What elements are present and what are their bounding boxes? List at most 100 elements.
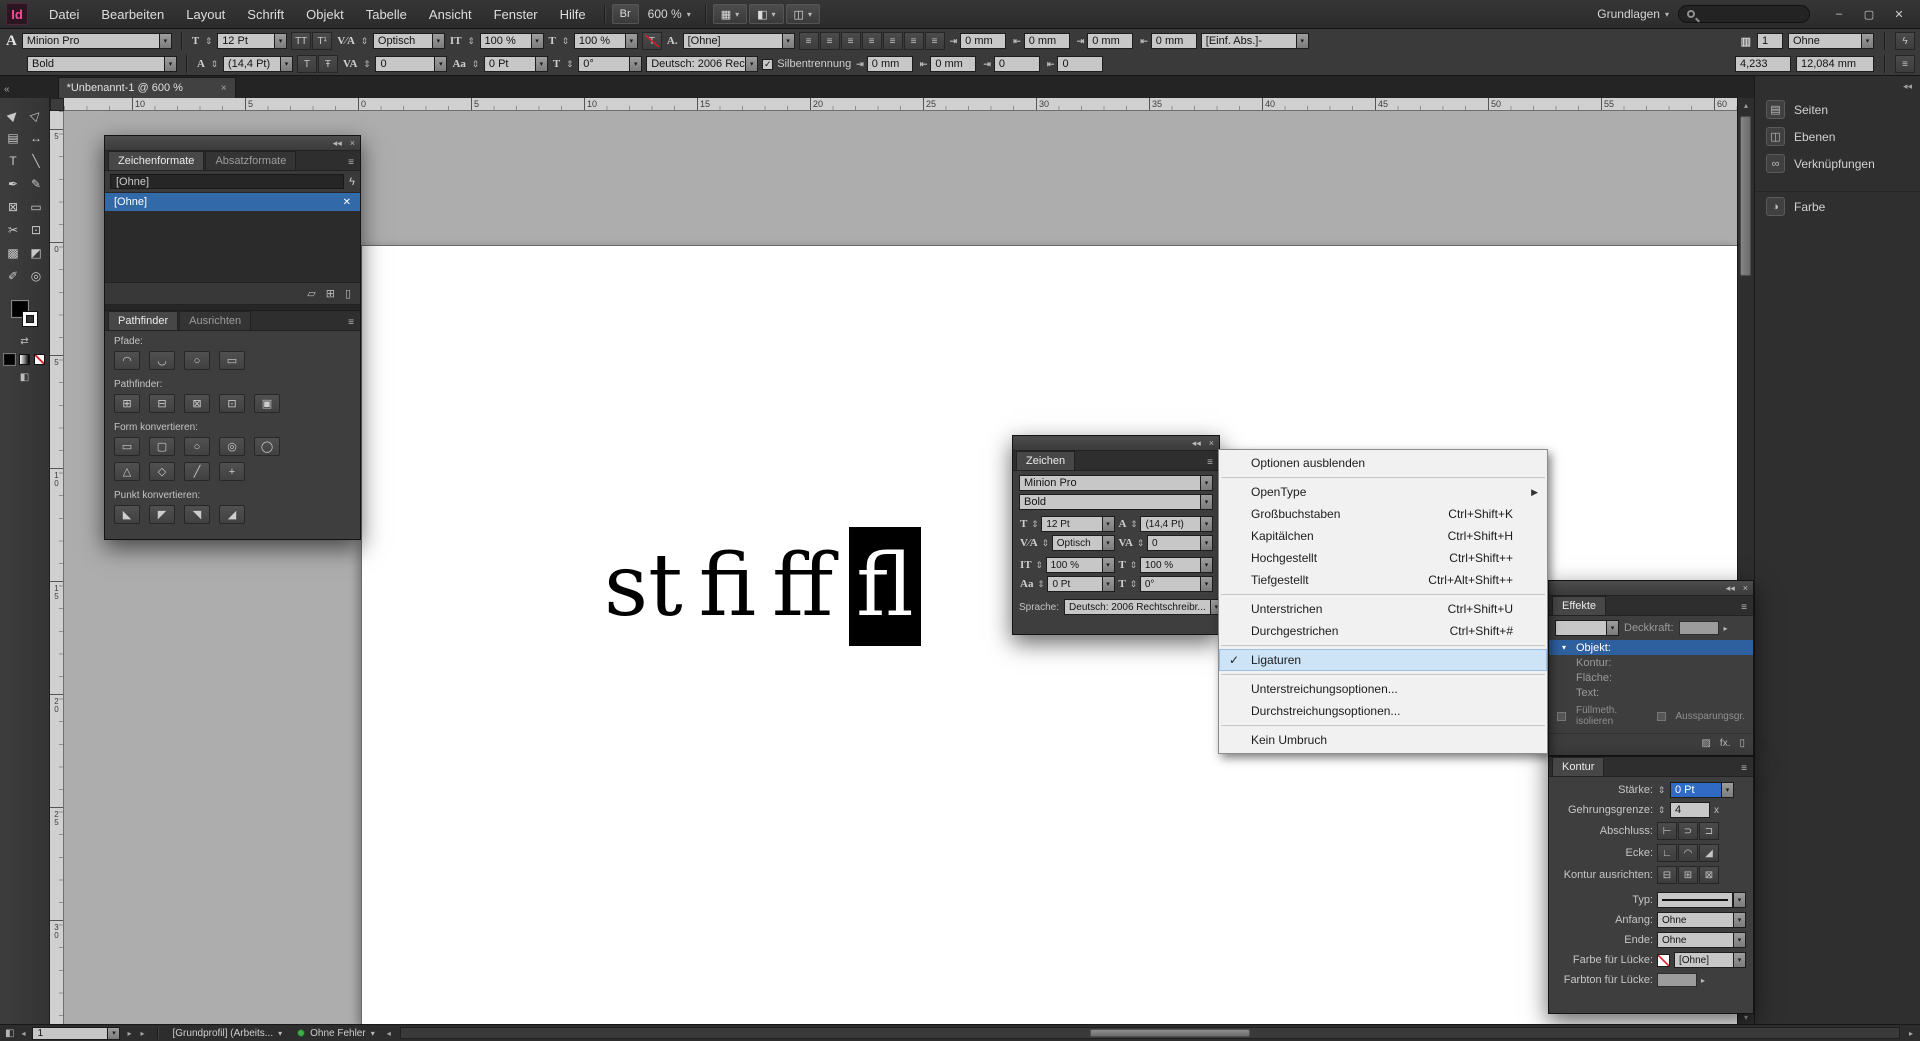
minimize-button[interactable]: – bbox=[1824, 4, 1854, 24]
character-style-combo[interactable]: [Ohne]▾ bbox=[683, 33, 795, 49]
panel-menu-icon[interactable]: ≡ bbox=[1735, 602, 1753, 615]
chevron-down-icon[interactable]: ▾ bbox=[531, 33, 544, 49]
stepper-icon[interactable]: ⇕ bbox=[1657, 785, 1666, 796]
maximize-button[interactable]: ▢ bbox=[1854, 4, 1884, 24]
cp-leading-control[interactable]: A⇕(14,4 Pt)▾ bbox=[1118, 516, 1214, 532]
chevron-down-icon[interactable]: ▾ bbox=[1733, 912, 1746, 928]
arrange-documents-button[interactable]: ◫▾ bbox=[786, 4, 820, 24]
cp-vertical-scale-control[interactable]: IT⇕100 %▾ bbox=[1019, 557, 1115, 573]
indent-field[interactable]: 0 bbox=[994, 56, 1040, 72]
hyphenation-checkbox[interactable]: ✓ bbox=[762, 59, 773, 70]
skew-combo[interactable]: 0°▾ bbox=[578, 56, 642, 72]
page-number-combo[interactable]: 1▾ bbox=[32, 1027, 120, 1040]
tracking-combo[interactable]: 0▾ bbox=[375, 56, 447, 72]
kerning-combo[interactable]: Optisch▾ bbox=[373, 33, 445, 49]
blend-mode-combo[interactable]: ▾ bbox=[1555, 620, 1619, 636]
stepper-icon[interactable]: ⇕ bbox=[1657, 805, 1666, 816]
menu-hilfe[interactable]: Hilfe bbox=[549, 0, 597, 29]
stepper-icon[interactable]: ⇕ bbox=[1129, 519, 1138, 530]
cp-skew-control[interactable]: T⇕0°▾ bbox=[1118, 576, 1214, 592]
scroll-right-button[interactable]: ▸ bbox=[1907, 1029, 1915, 1038]
chevron-down-icon[interactable]: ▾ bbox=[1102, 557, 1115, 573]
chevron-down-icon[interactable]: ▾ bbox=[1721, 782, 1734, 798]
tool-shape-tool[interactable]: ▭ bbox=[25, 195, 48, 218]
tool-line-tool[interactable]: ╲ bbox=[25, 149, 48, 172]
stepper-icon[interactable]: ⇕ bbox=[362, 59, 371, 70]
indent-field[interactable]: 0 mm bbox=[930, 56, 976, 72]
zoom-level-combo[interactable]: 600 %▾ bbox=[641, 4, 698, 24]
scrollbar-thumb[interactable] bbox=[1090, 1029, 1250, 1037]
paths-button-0[interactable]: ◠ bbox=[114, 351, 140, 370]
x-position-value[interactable]: 4,233 bbox=[1735, 56, 1791, 72]
tab-absatzformate[interactable]: Absatzformate bbox=[205, 151, 296, 170]
pathfinder-button-4[interactable]: ▣ bbox=[254, 394, 280, 413]
chevron-down-icon[interactable]: ▾ bbox=[164, 56, 177, 72]
text-color-none-icon[interactable]: T bbox=[642, 32, 662, 50]
collapse-panel-icon[interactable]: ◂◂ bbox=[333, 138, 342, 149]
stepper-icon[interactable]: ⇕ bbox=[1041, 538, 1050, 549]
horizontal-scrollbar[interactable] bbox=[400, 1027, 1900, 1039]
cp-font-style-combo[interactable]: Bold▾ bbox=[1019, 494, 1213, 510]
stepper-icon[interactable]: ⇕ bbox=[1129, 579, 1138, 590]
cp-language-combo[interactable]: Deutsch: 2006 Rechtschreibr...▾ bbox=[1064, 599, 1223, 615]
close-tab-icon[interactable]: × bbox=[221, 83, 227, 94]
chevron-down-icon[interactable]: ▾ bbox=[159, 33, 172, 49]
stroke-end-combo[interactable]: Ohne▾ bbox=[1657, 932, 1746, 948]
dock-ebenen[interactable]: ◫Ebenen bbox=[1755, 123, 1920, 150]
stepper-icon[interactable]: ⇕ bbox=[204, 36, 213, 47]
menu-datei[interactable]: Datei bbox=[38, 0, 90, 29]
indent-field[interactable]: 0 mm bbox=[1024, 33, 1070, 49]
tool-transform-tool[interactable]: ⊡ bbox=[25, 218, 48, 241]
align-inside-button[interactable]: ⊞ bbox=[1678, 866, 1698, 884]
points-button-0[interactable]: ◣ bbox=[114, 505, 140, 524]
isolate-blending-checkbox[interactable] bbox=[1557, 712, 1566, 721]
context-menu-item-kapit-lchen[interactable]: KapitälchenCtrl+Shift+H bbox=[1219, 525, 1547, 547]
stepper-icon[interactable]: ⇕ bbox=[1129, 560, 1138, 571]
context-menu-item-tiefgestellt[interactable]: TiefgestelltCtrl+Alt+Shift++ bbox=[1219, 569, 1547, 591]
chevron-down-icon[interactable]: ▾ bbox=[1296, 33, 1309, 49]
chevron-down-icon[interactable]: ▾ bbox=[1200, 557, 1213, 573]
chevron-down-icon[interactable]: ▾ bbox=[1200, 535, 1213, 551]
chevron-down-icon[interactable]: ▾ bbox=[625, 33, 638, 49]
chevron-down-icon[interactable]: ▾ bbox=[1861, 33, 1874, 49]
pathfinder-button-1[interactable]: ⊟ bbox=[149, 394, 175, 413]
font-style-combo[interactable]: Bold▾ bbox=[27, 56, 177, 72]
stepper-icon[interactable]: ⇕ bbox=[210, 59, 219, 70]
swap-fill-stroke-icon[interactable]: ⇄ bbox=[20, 336, 28, 347]
menu-ansicht[interactable]: Ansicht bbox=[418, 0, 483, 29]
align-button-4[interactable]: ≡ bbox=[883, 32, 903, 50]
chevron-right-icon[interactable]: ▸ bbox=[1701, 976, 1705, 985]
underline-button[interactable]: T bbox=[297, 55, 317, 73]
language-combo[interactable]: Deutsch: 2006 Rechtsch...▾ bbox=[646, 56, 758, 72]
fx-button[interactable]: fx. bbox=[1720, 738, 1731, 749]
style-group-icon[interactable]: ▱ bbox=[307, 287, 315, 300]
chevron-down-icon[interactable]: ▾ bbox=[274, 33, 287, 49]
stroke-type-combo[interactable]: ▾ bbox=[1657, 892, 1746, 908]
tab-ausrichten[interactable]: Ausrichten bbox=[179, 311, 251, 330]
tool-pencil-tool[interactable]: ✎ bbox=[25, 172, 48, 195]
style-name-field[interactable]: [Ohne] bbox=[110, 174, 344, 189]
chevron-down-icon[interactable]: ▾ bbox=[1200, 475, 1213, 491]
indent-field[interactable]: 0 mm bbox=[960, 33, 1006, 49]
chevron-down-icon[interactable]: ▾ bbox=[1733, 892, 1746, 908]
document-tab[interactable]: *Unbenannt-1 @ 600 % × bbox=[58, 77, 236, 98]
effects-row-fl-che[interactable]: Fläche: bbox=[1549, 670, 1753, 685]
context-menu-item-ligaturen[interactable]: ✓Ligaturen bbox=[1219, 649, 1547, 671]
shapes1-button-1[interactable]: ▢ bbox=[149, 437, 175, 456]
align-button-0[interactable]: ≡ bbox=[799, 32, 819, 50]
tool-direct-selection[interactable]: ▷ bbox=[25, 103, 48, 126]
cap-square-button[interactable]: ⊐ bbox=[1699, 822, 1719, 840]
cp-horizontal-scale-control[interactable]: T⇕100 %▾ bbox=[1118, 557, 1214, 573]
close-panel-icon[interactable]: × bbox=[1743, 583, 1748, 593]
close-panel-icon[interactable]: × bbox=[350, 138, 355, 148]
tool-pen-tool[interactable]: ✒ bbox=[2, 172, 25, 195]
panel-menu-icon[interactable]: ≡ bbox=[342, 157, 360, 170]
chevron-down-icon[interactable]: ▾ bbox=[745, 56, 758, 72]
workspace-switcher[interactable]: Grundlagen▾ bbox=[1590, 4, 1676, 24]
pathfinder-button-3[interactable]: ⊡ bbox=[219, 394, 245, 413]
align-button-5[interactable]: ≡ bbox=[904, 32, 924, 50]
context-menu-item-durchstreichungsoptionen[interactable]: Durchstreichungsoptionen... bbox=[1219, 700, 1547, 722]
view-options-button[interactable]: ▦▾ bbox=[713, 4, 747, 24]
indent-field[interactable]: 0 mm bbox=[867, 56, 913, 72]
menu-schrift[interactable]: Schrift bbox=[236, 0, 295, 29]
